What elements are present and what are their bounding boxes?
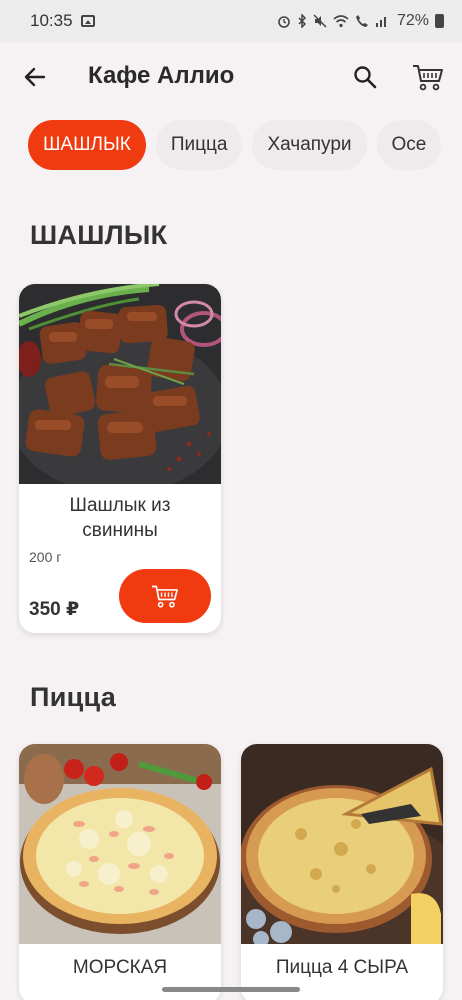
add-to-cart-button[interactable] — [119, 569, 211, 623]
category-chip-pizza[interactable]: Пицца — [155, 120, 243, 170]
alarm-icon — [278, 16, 290, 28]
section-title-shashlik: ШАШЛЫК — [30, 220, 168, 250]
app-bar: Кафе Аллио — [0, 42, 462, 114]
product-card-4-cheese[interactable]: Пицца 4 СЫРА — [241, 744, 443, 1000]
product-name: Пицца 4 СЫРА — [275, 957, 409, 978]
product-name-line-2: свинины — [82, 520, 158, 541]
section-title-pizza: Пицца — [30, 682, 117, 712]
battery-icon — [435, 14, 444, 28]
product-card-morskaya[interactable]: МОРСКАЯ — [19, 744, 221, 1000]
gesture-nav-handle[interactable] — [162, 987, 300, 992]
product-weight: 200 г — [29, 549, 62, 565]
status-bar: 10:35 72% — [0, 0, 462, 42]
category-chip-ose[interactable]: Осе — [376, 120, 442, 170]
status-time: 10:35 — [30, 11, 73, 30]
cart-icon[interactable] — [412, 62, 444, 92]
product-image-4-cheese — [241, 744, 443, 974]
product-card-shashlik[interactable]: Шашлык из свинины 200 г 350 ₽ — [19, 284, 221, 633]
search-icon[interactable] — [352, 64, 378, 90]
product-name: МОРСКАЯ — [72, 957, 168, 978]
call-icon — [355, 15, 368, 27]
product-name: Шашлык из свинины — [19, 493, 221, 543]
battery-percent: 72% — [396, 12, 429, 29]
gallery-icon — [80, 15, 95, 27]
back-arrow-icon[interactable] — [22, 64, 48, 90]
product-image-morskaya — [19, 744, 221, 944]
cart-icon — [152, 585, 178, 608]
wifi-icon — [333, 15, 349, 28]
status-icons: 72% — [277, 12, 444, 30]
category-chip-shashlik[interactable]: ШАШЛЫК — [28, 120, 146, 170]
category-chip-khachapuri[interactable]: Хачапури — [252, 120, 367, 170]
page-title: Кафе Аллио — [88, 62, 235, 89]
category-tabs: ШАШЛЫК Пицца Хачапури Осе — [28, 120, 462, 172]
product-name-line-1: Шашлык из — [69, 495, 171, 516]
bluetooth-icon — [298, 14, 307, 28]
mute-icon — [313, 14, 327, 28]
product-price: 350 ₽ — [29, 599, 80, 620]
product-image-shashlik — [19, 284, 221, 494]
signal-icon — [375, 17, 386, 27]
